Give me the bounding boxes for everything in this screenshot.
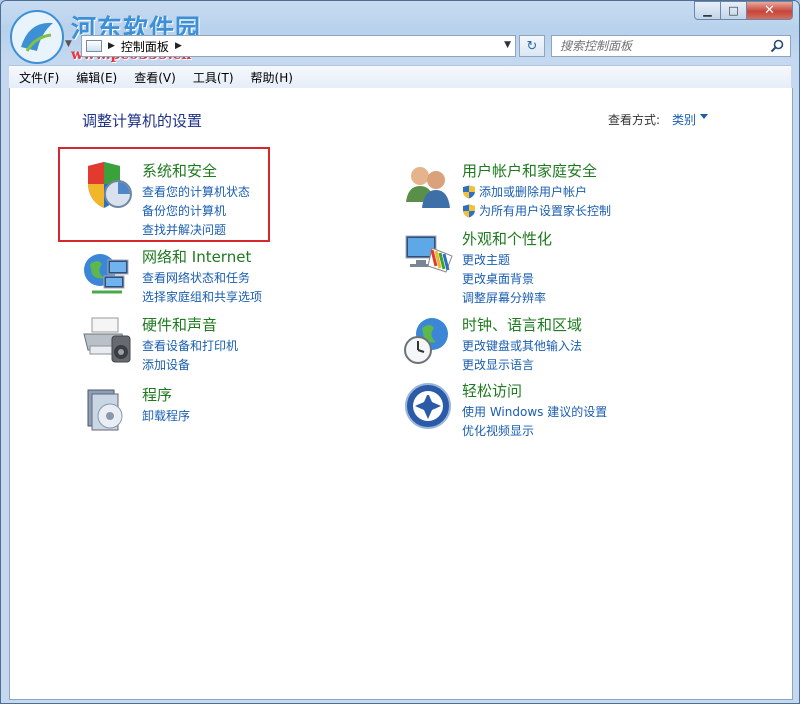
- category-clock-region: 时钟、语言和区域 更改键盘或其他输入法 更改显示语言: [402, 314, 722, 374]
- link-desktop-background[interactable]: 更改桌面背景: [462, 269, 546, 288]
- appearance-icon[interactable]: [402, 228, 454, 280]
- category-title[interactable]: 用户帐户和家庭安全: [462, 160, 597, 181]
- link-text: 为所有用户设置家长控制: [479, 204, 612, 218]
- view-by-arrow-icon[interactable]: [700, 114, 708, 119]
- search-input[interactable]: [558, 38, 772, 54]
- control-panel-icon: [86, 40, 102, 52]
- category-links: 查看设备和打印机 添加设备: [142, 336, 238, 374]
- close-button[interactable]: ✕: [747, 1, 793, 20]
- category-links: 使用 Windows 建议的设置 优化视频显示: [462, 402, 607, 440]
- category-links: 查看您的计算机状态 备份您的计算机 查找并解决问题: [142, 182, 250, 239]
- breadcrumb-chevron-icon[interactable]: ▶: [108, 41, 115, 51]
- link-add-device[interactable]: 添加设备: [142, 355, 238, 374]
- control-panel-window: 河东软件园 www.pc0359.cn ▁ □ ✕ ▼ ▶ 控制面板 ▶ ▼ ↻…: [0, 0, 800, 704]
- search-icon[interactable]: [770, 39, 784, 53]
- hardware-sound-icon[interactable]: [82, 314, 134, 366]
- category-ease-of-access: 轻松访问 使用 Windows 建议的设置 优化视频显示: [402, 380, 722, 440]
- link-uninstall-program[interactable]: 卸载程序: [142, 406, 190, 425]
- category-title[interactable]: 时钟、语言和区域: [462, 314, 582, 335]
- link-homegroup-sharing[interactable]: 选择家庭组和共享选项: [142, 287, 262, 306]
- breadcrumb-control-panel[interactable]: 控制面板: [121, 38, 169, 55]
- category-title[interactable]: 轻松访问: [462, 380, 522, 401]
- category-programs: 程序 卸载程序: [82, 384, 342, 444]
- system-security-icon[interactable]: [82, 160, 134, 212]
- category-user-accounts: 用户帐户和家庭安全 添加或删除用户帐户 为所有用户设置家长控制: [402, 160, 722, 220]
- category-title[interactable]: 程序: [142, 384, 172, 405]
- link-parental-controls[interactable]: 为所有用户设置家长控制: [462, 201, 611, 220]
- category-title[interactable]: 网络和 Internet: [142, 246, 251, 267]
- recent-pages-icon[interactable]: ▼: [65, 39, 79, 53]
- link-change-theme[interactable]: 更改主题: [462, 250, 546, 269]
- category-hardware-sound: 硬件和声音 查看设备和打印机 添加设备: [82, 314, 342, 374]
- maximize-button[interactable]: □: [721, 1, 747, 20]
- menu-file[interactable]: 文件(F): [9, 69, 66, 86]
- category-network-internet: 网络和 Internet 查看网络状态和任务 选择家庭组和共享选项: [82, 246, 342, 306]
- network-internet-icon[interactable]: [82, 246, 134, 298]
- link-troubleshoot[interactable]: 查找并解决问题: [142, 220, 250, 239]
- menu-bar: 文件(F) 编辑(E) 查看(V) 工具(T) 帮助(H): [9, 65, 791, 89]
- category-title[interactable]: 硬件和声音: [142, 314, 217, 335]
- uac-shield-icon: [463, 204, 475, 217]
- link-keyboard-input[interactable]: 更改键盘或其他输入法: [462, 336, 582, 355]
- clock-region-icon[interactable]: [402, 314, 454, 366]
- link-add-remove-accounts[interactable]: 添加或删除用户帐户: [462, 182, 611, 201]
- menu-edit[interactable]: 编辑(E): [66, 69, 124, 86]
- refresh-button[interactable]: ↻: [519, 35, 545, 57]
- link-text: 添加或删除用户帐户: [479, 185, 588, 199]
- category-links: 查看网络状态和任务 选择家庭组和共享选项: [142, 268, 262, 306]
- caption-buttons: ▁ □ ✕: [694, 1, 793, 20]
- menu-help[interactable]: 帮助(H): [241, 69, 300, 86]
- category-links: 更改主题 更改桌面背景 调整屏幕分辨率: [462, 250, 546, 307]
- ease-of-access-icon[interactable]: [402, 380, 454, 432]
- link-network-status[interactable]: 查看网络状态和任务: [142, 268, 262, 287]
- category-links: 更改键盘或其他输入法 更改显示语言: [462, 336, 582, 374]
- minimize-button[interactable]: ▁: [694, 1, 721, 20]
- link-display-language[interactable]: 更改显示语言: [462, 355, 582, 374]
- menu-tools[interactable]: 工具(T): [183, 69, 241, 86]
- site-logo-icon: [10, 10, 64, 64]
- menu-view[interactable]: 查看(V): [124, 69, 183, 86]
- category-links: 添加或删除用户帐户 为所有用户设置家长控制: [462, 182, 611, 220]
- category-title[interactable]: 外观和个性化: [462, 228, 552, 249]
- category-title[interactable]: 系统和安全: [142, 160, 217, 181]
- programs-icon[interactable]: [82, 384, 134, 436]
- page-heading: 调整计算机的设置: [82, 112, 203, 130]
- link-optimize-display[interactable]: 优化视频显示: [462, 421, 607, 440]
- address-bar[interactable]: ▶ 控制面板 ▶ ▼: [81, 35, 516, 57]
- search-box[interactable]: [551, 35, 791, 57]
- link-backup-computer[interactable]: 备份您的计算机: [142, 201, 250, 220]
- content-area: 调整计算机的设置 查看方式: 类别 系统和安全 查看您的计算机状态 备份您的计算…: [9, 88, 793, 700]
- link-recommended-settings[interactable]: 使用 Windows 建议的设置: [462, 402, 607, 421]
- link-view-computer-status[interactable]: 查看您的计算机状态: [142, 182, 250, 201]
- uac-shield-icon: [463, 185, 475, 198]
- view-by-dropdown[interactable]: 类别: [672, 111, 696, 128]
- link-devices-printers[interactable]: 查看设备和打印机: [142, 336, 238, 355]
- user-accounts-icon[interactable]: [402, 160, 454, 212]
- view-by-label: 查看方式:: [608, 113, 661, 127]
- category-appearance: 外观和个性化 更改主题 更改桌面背景 调整屏幕分辨率: [402, 228, 722, 305]
- category-system-security: 系统和安全 查看您的计算机状态 备份您的计算机 查找并解决问题: [82, 160, 342, 240]
- address-dropdown-icon[interactable]: ▼: [504, 40, 511, 50]
- link-screen-resolution[interactable]: 调整屏幕分辨率: [462, 288, 546, 307]
- breadcrumb-chevron-icon[interactable]: ▶: [175, 41, 182, 51]
- category-links: 卸载程序: [142, 406, 190, 425]
